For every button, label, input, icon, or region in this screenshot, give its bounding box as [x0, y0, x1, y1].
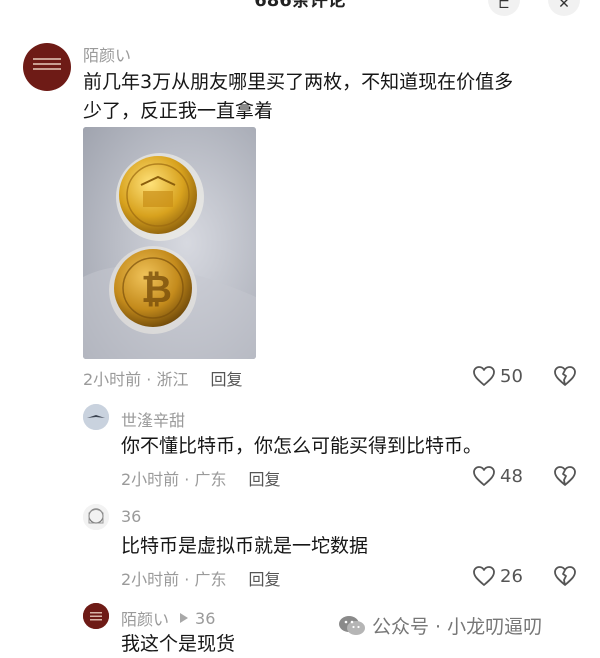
comment-time-location: 2小时前 · 广东 — [121, 470, 227, 489]
reply-button[interactable]: 回复 — [248, 570, 280, 589]
comment-author-line: 陌颜い 36 — [121, 606, 215, 630]
reply-button[interactable]: 回复 — [248, 470, 280, 489]
broken-heart-icon — [554, 366, 576, 386]
collapse-button[interactable]: ⊏ — [488, 0, 520, 16]
broken-heart-icon — [554, 466, 576, 486]
reply-to-author[interactable]: 36 — [195, 609, 215, 628]
heart-outline-icon — [473, 366, 495, 386]
comment-text: 你不懂比特币，你怎么可能买得到比特币。 — [121, 435, 483, 457]
like-button[interactable]: 48 — [472, 465, 523, 487]
comment-author[interactable]: 36 — [121, 507, 141, 526]
like-button[interactable]: 26 — [472, 565, 523, 587]
comment-author[interactable]: 陌颜い — [83, 42, 131, 66]
comment-meta: 2小时前 · 广东 回复 — [121, 566, 280, 590]
comment-text: 我这个是现货 — [121, 633, 236, 655]
dislike-button[interactable] — [553, 365, 577, 391]
comment-time-location: 2小时前 · 浙江 — [83, 370, 189, 389]
avatar[interactable] — [83, 504, 109, 530]
avatar[interactable] — [23, 43, 71, 91]
dislike-button[interactable] — [553, 465, 577, 491]
svg-text:₿: ₿ — [141, 267, 172, 311]
reply-arrow-icon — [180, 613, 189, 623]
like-count: 26 — [500, 565, 523, 587]
comment-photo[interactable]: ₿ — [83, 127, 256, 359]
comment-text: 比特币是虚拟币就是一坨数据 — [121, 535, 369, 557]
avatar[interactable] — [83, 603, 109, 629]
like-button[interactable]: 50 — [472, 365, 523, 387]
comments-header: 686条评论 ⊏ ✕ — [0, 0, 600, 16]
seal-logo — [33, 55, 61, 73]
heart-outline-icon — [473, 466, 495, 486]
reply-button[interactable]: 回复 — [210, 370, 242, 389]
like-count: 50 — [500, 365, 523, 387]
wechat-icon — [339, 615, 365, 635]
comment-author[interactable]: 世湰辛甜 — [121, 407, 185, 431]
dislike-button[interactable] — [553, 565, 577, 591]
like-count: 48 — [500, 465, 523, 487]
broken-heart-icon — [554, 566, 576, 586]
comment-time-location: 2小时前 · 广东 — [121, 570, 227, 589]
watermark-text: 公众号 · 小龙叨逼叨 — [372, 616, 543, 638]
comment-meta: 2小时前 · 广东 回复 — [121, 466, 280, 490]
comment-meta: 2小时前 · 浙江 回复 — [83, 366, 242, 390]
comment-text-line2: 少了，反正我一直拿着 — [83, 100, 274, 122]
close-button[interactable]: ✕ — [548, 0, 580, 16]
comment-text-line1: 前几年3万从朋友哪里买了两枚，不知道现在价值多 — [83, 71, 514, 93]
avatar[interactable] — [83, 404, 109, 430]
comment-author[interactable]: 陌颜い — [121, 606, 169, 630]
heart-outline-icon — [473, 566, 495, 586]
watermark: 公众号 · 小龙叨逼叨 — [338, 612, 542, 639]
